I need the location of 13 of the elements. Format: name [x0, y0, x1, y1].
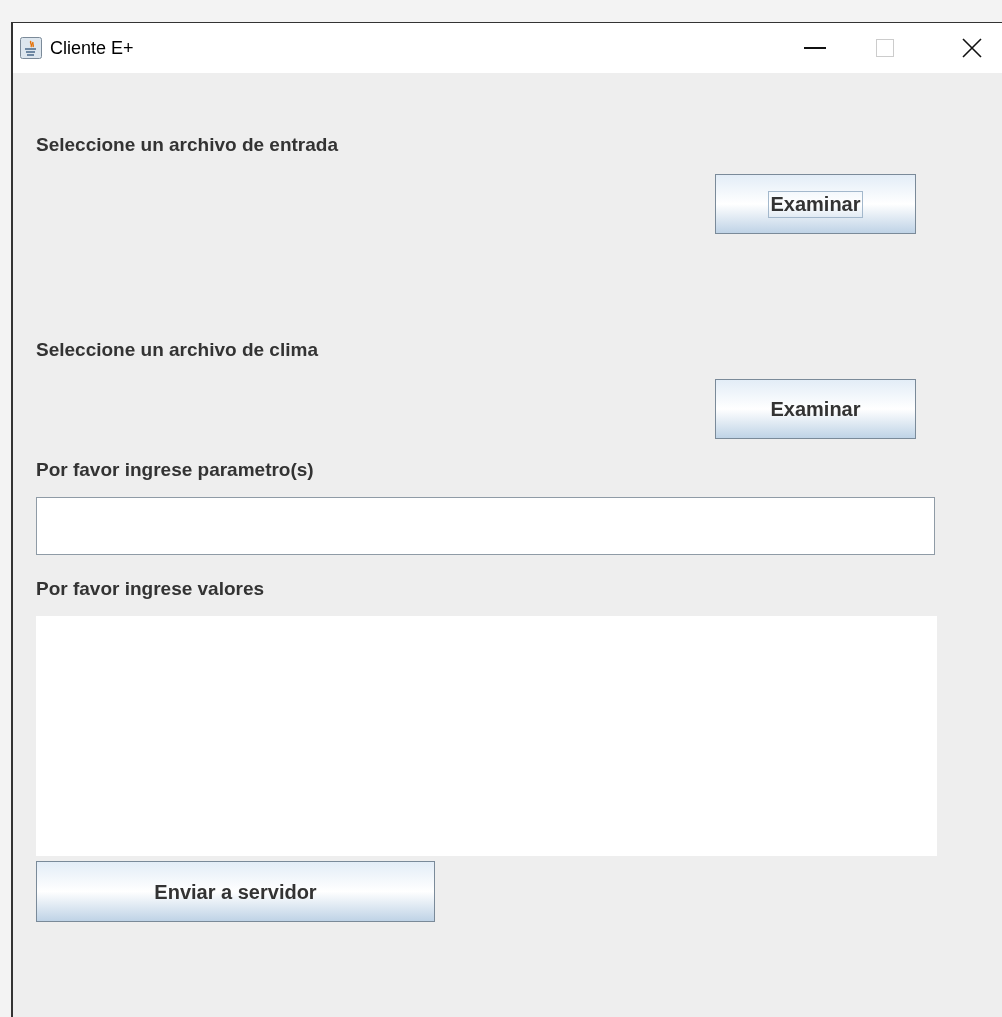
minimize-icon[interactable] — [804, 47, 826, 49]
java-cup-icon — [20, 37, 42, 59]
close-icon[interactable] — [962, 38, 982, 58]
window-title: Cliente E+ — [50, 36, 134, 60]
browse-button[interactable]: Examinar — [715, 379, 916, 439]
field-label: Por favor ingrese parametro(s) — [36, 460, 315, 479]
field-label: Seleccione un archivo de entrada — [36, 135, 339, 154]
send-to-server-button[interactable]: Enviar a servidor — [36, 861, 435, 922]
field-label: Por favor ingrese valores — [36, 579, 266, 598]
parameters-input-field[interactable] — [36, 497, 935, 555]
maximize-icon[interactable] — [876, 39, 894, 57]
field-label: Seleccione un archivo de clima — [36, 340, 319, 359]
browse-button[interactable]: Examinar — [715, 174, 916, 234]
